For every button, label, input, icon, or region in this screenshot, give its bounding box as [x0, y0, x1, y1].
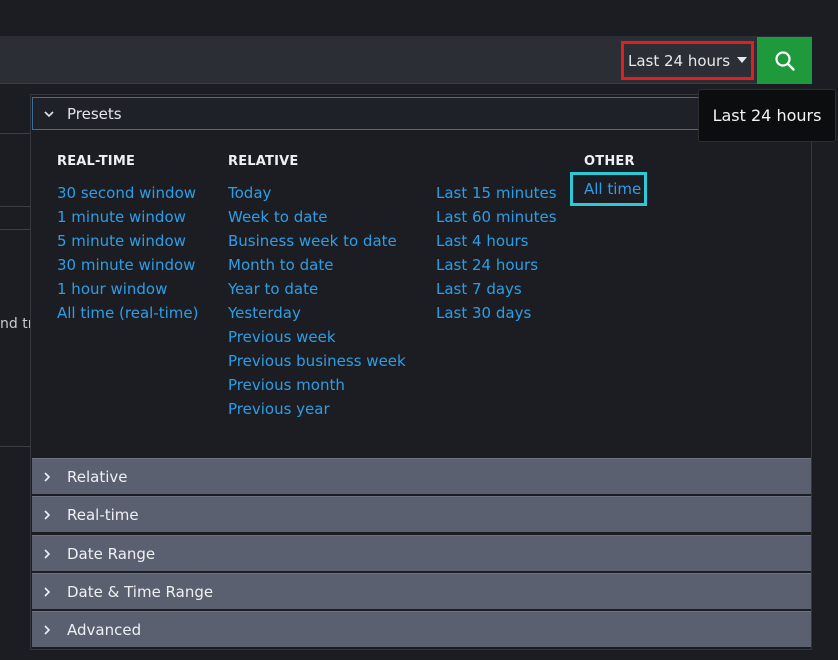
preset-link[interactable]: 30 minute window	[57, 256, 198, 280]
divider	[0, 206, 30, 207]
search-icon	[774, 50, 795, 71]
preset-link[interactable]: Week to date	[228, 208, 406, 232]
preset-link[interactable]: Today	[228, 184, 406, 208]
section-label: Advanced	[67, 620, 142, 639]
relative-column-continued: Last 15 minutes Last 60 minutes Last 4 h…	[436, 154, 557, 328]
chevron-right-icon	[44, 624, 51, 635]
time-range-label: Last 24 hours	[627, 51, 731, 70]
preset-link-all-time[interactable]: All time	[570, 172, 647, 206]
chevron-down-icon	[44, 110, 54, 117]
section-advanced[interactable]: Advanced	[32, 611, 811, 647]
chevron-right-icon	[44, 509, 51, 520]
search-page: Last 24 hours nd tr Presets REAL-TIME 30…	[0, 0, 838, 660]
search-button[interactable]	[757, 37, 812, 84]
chevron-right-icon	[44, 471, 51, 482]
preset-link[interactable]: Last 30 days	[436, 304, 557, 328]
relative-column: RELATIVE Today Week to date Business wee…	[228, 154, 406, 424]
section-relative[interactable]: Relative	[32, 458, 811, 494]
preset-link[interactable]: Year to date	[228, 280, 406, 304]
chevron-right-icon	[44, 586, 51, 597]
preset-link[interactable]: Last 4 hours	[436, 232, 557, 256]
background-text-fragment: nd tr	[0, 316, 30, 332]
column-heading: RELATIVE	[228, 154, 299, 169]
preset-link[interactable]: Yesterday	[228, 304, 406, 328]
real-time-column: REAL-TIME 30 second window 1 minute wind…	[57, 154, 198, 328]
section-label: Date Range	[67, 544, 156, 563]
presets-accordion-header[interactable]: Presets	[32, 97, 722, 130]
preset-link[interactable]: Previous week	[228, 328, 406, 352]
section-real-time[interactable]: Real-time	[32, 496, 811, 532]
preset-link[interactable]: Last 7 days	[436, 280, 557, 304]
preset-link[interactable]: Business week to date	[228, 232, 406, 256]
caret-down-icon	[737, 56, 748, 63]
chevron-right-icon	[44, 548, 51, 559]
preset-link[interactable]: 30 second window	[57, 184, 198, 208]
divider	[0, 229, 30, 230]
preset-link[interactable]: Previous month	[228, 376, 406, 400]
preset-link[interactable]: Last 60 minutes	[436, 208, 557, 232]
presets-title: Presets	[67, 104, 122, 123]
section-label: Relative	[67, 467, 128, 486]
preset-link[interactable]: 5 minute window	[57, 232, 198, 256]
preset-link[interactable]: Previous year	[228, 400, 406, 424]
preset-link[interactable]: Previous business week	[228, 352, 406, 376]
divider	[0, 446, 30, 447]
section-label: Real-time	[67, 505, 139, 524]
section-date-time-range[interactable]: Date & Time Range	[32, 573, 811, 609]
preset-link[interactable]: 1 hour window	[57, 280, 198, 304]
preset-link[interactable]: Month to date	[228, 256, 406, 280]
section-date-range[interactable]: Date Range	[32, 535, 811, 571]
time-range-dropdown: Presets REAL-TIME 30 second window 1 min…	[30, 94, 812, 650]
preset-link[interactable]: Last 24 hours	[436, 256, 557, 280]
divider	[0, 133, 30, 134]
section-label: Date & Time Range	[67, 582, 214, 601]
preset-link[interactable]: 1 minute window	[57, 208, 198, 232]
preset-link[interactable]: Last 15 minutes	[436, 184, 557, 208]
preset-link[interactable]: All time (real-time)	[57, 304, 198, 328]
time-range-picker-button[interactable]: Last 24 hours	[621, 41, 754, 80]
column-heading: REAL-TIME	[57, 154, 136, 169]
time-range-tooltip: Last 24 hours	[698, 89, 836, 142]
